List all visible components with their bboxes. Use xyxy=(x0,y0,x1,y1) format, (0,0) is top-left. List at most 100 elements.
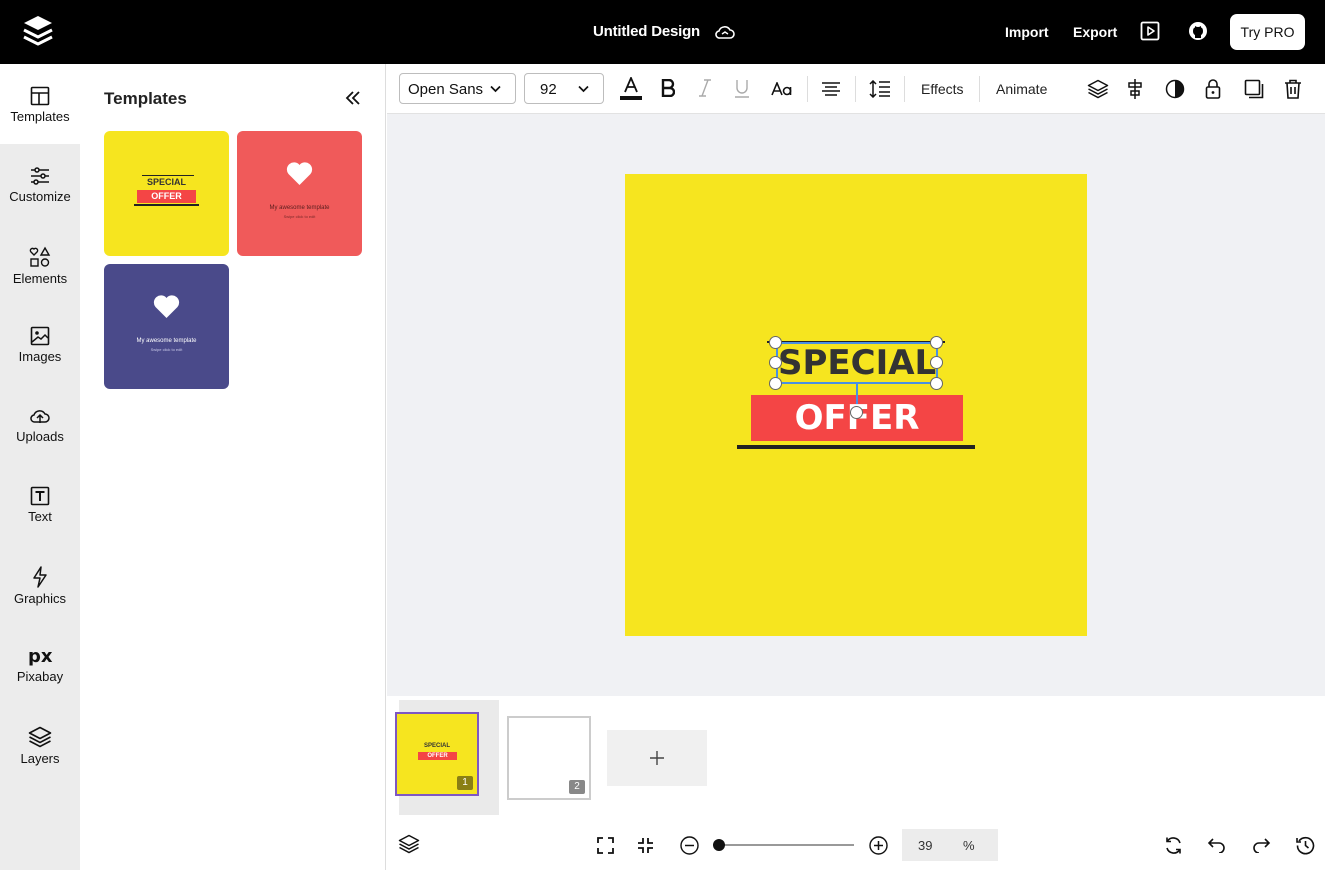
page-thumbnail-1[interactable]: SPECIAL OFFER 1 xyxy=(395,712,479,796)
play-preview-icon[interactable] xyxy=(1140,21,1160,41)
zoom-slider-knob[interactable] xyxy=(713,839,726,851)
bottom-bar: SPECIAL OFFER 1 2 39 % xyxy=(387,696,1325,870)
heart-icon xyxy=(286,162,313,185)
sidebar-item-label: Elements xyxy=(12,271,68,286)
rotate-handle[interactable] xyxy=(850,406,863,419)
sidebar-item-layers[interactable]: Layers xyxy=(0,704,80,784)
sidebar-item-customize[interactable]: Customize xyxy=(0,144,80,224)
shapes-icon xyxy=(29,246,51,267)
resize-handle[interactable] xyxy=(930,336,943,349)
template-special-text: SPECIAL xyxy=(146,177,186,187)
sliders-icon xyxy=(31,167,49,185)
sidebar-item-uploads[interactable]: Uploads xyxy=(0,384,80,464)
zoom-input[interactable]: 39 % xyxy=(902,829,998,861)
design-canvas[interactable]: SPECIAL OFFER xyxy=(625,174,1087,636)
animate-button[interactable]: Animate xyxy=(996,81,1047,97)
top-bar: Untitled Design Import Export Try PRO xyxy=(0,0,1325,64)
lock-icon[interactable] xyxy=(1205,79,1221,99)
fit-screen-icon[interactable] xyxy=(637,837,654,854)
line-height-icon[interactable] xyxy=(869,80,891,98)
undo-icon[interactable] xyxy=(1207,837,1226,853)
resize-handle[interactable] xyxy=(769,356,782,369)
export-button[interactable]: Export xyxy=(1073,24,1117,40)
template-special-offer[interactable]: SPECIAL OFFER xyxy=(104,131,229,256)
fullscreen-icon[interactable] xyxy=(597,837,614,854)
template-caption: Swipe click to edit xyxy=(150,347,183,352)
layers-toggle-icon[interactable] xyxy=(398,834,420,854)
font-family-select[interactable]: Open Sans xyxy=(399,73,516,104)
toolbar-separator xyxy=(807,76,808,102)
offer-bottom-rule[interactable] xyxy=(737,445,975,449)
template-subtitle: My awesome template xyxy=(269,205,330,211)
refresh-icon[interactable] xyxy=(1164,836,1183,855)
workspace: SPECIAL OFFER xyxy=(387,114,1325,696)
text-toolbar: Open Sans 92 Effects Animate xyxy=(387,64,1325,114)
chevron-down-icon xyxy=(490,85,501,93)
layers-position-icon[interactable] xyxy=(1087,79,1109,99)
redo-icon[interactable] xyxy=(1252,837,1271,853)
plus-icon xyxy=(650,751,664,765)
page-thumbnail-2[interactable]: 2 xyxy=(507,716,591,800)
history-icon[interactable] xyxy=(1296,836,1315,855)
import-button[interactable]: Import xyxy=(1005,24,1049,40)
duplicate-icon[interactable] xyxy=(1244,79,1264,99)
template-awesome-red[interactable]: My awesome template Swipe click to edit xyxy=(237,131,362,256)
font-size-value: 92 xyxy=(540,81,557,98)
sidebar-item-label: Templates xyxy=(10,109,70,124)
sidebar-item-pixabay[interactable]: px Pixabay xyxy=(0,624,80,704)
try-pro-label: Try PRO xyxy=(1240,24,1295,40)
resize-handle[interactable] xyxy=(930,356,943,369)
trash-icon[interactable] xyxy=(1284,79,1302,99)
add-page-button[interactable] xyxy=(607,730,707,786)
font-size-select[interactable]: 92 xyxy=(524,73,604,104)
resize-handle[interactable] xyxy=(769,377,782,390)
text-case-icon[interactable] xyxy=(771,82,793,96)
effects-button[interactable]: Effects xyxy=(921,81,964,97)
chevron-down-icon xyxy=(578,85,589,93)
templates-panel: Templates SPECIAL OFFER My awesome templ… xyxy=(80,64,386,870)
collapse-panel-icon[interactable] xyxy=(345,91,361,105)
cloud-sync-icon[interactable] xyxy=(714,22,736,42)
sidebar-item-text[interactable]: Text xyxy=(0,464,80,544)
sidebar-item-label: Uploads xyxy=(16,429,64,444)
rotate-handle-line xyxy=(856,384,858,404)
transparency-icon[interactable] xyxy=(1165,79,1185,99)
layers-icon xyxy=(28,726,52,748)
zoom-in-icon[interactable] xyxy=(869,836,888,855)
resize-handle[interactable] xyxy=(769,336,782,349)
sidebar-item-elements[interactable]: Elements xyxy=(0,224,80,304)
font-family-value: Open Sans xyxy=(408,81,484,98)
try-pro-button[interactable]: Try PRO xyxy=(1230,14,1305,50)
cloud-upload-icon xyxy=(30,410,50,423)
sidebar-item-label: Pixabay xyxy=(16,669,64,684)
template-rule xyxy=(134,204,199,206)
toolbar-separator xyxy=(979,76,980,102)
sidebar-item-label: Graphics xyxy=(13,591,67,606)
github-icon[interactable] xyxy=(1188,21,1208,41)
sidebar-item-images[interactable]: Images xyxy=(0,304,80,384)
document-title[interactable]: Untitled Design xyxy=(593,23,700,40)
underline-icon[interactable] xyxy=(734,79,750,98)
page-number-badge: 2 xyxy=(569,780,585,794)
align-center-icon[interactable] xyxy=(821,82,841,96)
special-text-box[interactable]: SPECIAL xyxy=(776,342,938,384)
zoom-out-icon[interactable] xyxy=(680,836,699,855)
sidebar-item-graphics[interactable]: Graphics xyxy=(0,544,80,624)
sidebar-item-label: Customize xyxy=(9,189,71,204)
template-offer-text: OFFER xyxy=(137,190,196,203)
layers-logo-icon[interactable] xyxy=(22,14,54,48)
template-awesome-blue[interactable]: My awesome template Swipe click to edit xyxy=(104,264,229,389)
text-color-icon[interactable] xyxy=(620,77,642,101)
svg-text:px: px xyxy=(28,646,53,666)
zoom-value: 39 xyxy=(918,838,933,853)
bold-icon[interactable] xyxy=(661,79,675,97)
sidebar-item-templates[interactable]: Templates xyxy=(0,64,80,144)
align-elements-icon[interactable] xyxy=(1127,78,1143,100)
text-icon xyxy=(30,486,50,506)
zoom-slider[interactable] xyxy=(713,839,854,851)
page-thumb-special: SPECIAL xyxy=(423,743,450,749)
sidebar-item-label: Text xyxy=(28,509,52,524)
template-caption: Swipe click to edit xyxy=(283,214,316,219)
resize-handle[interactable] xyxy=(930,377,943,390)
italic-icon[interactable] xyxy=(698,79,712,97)
